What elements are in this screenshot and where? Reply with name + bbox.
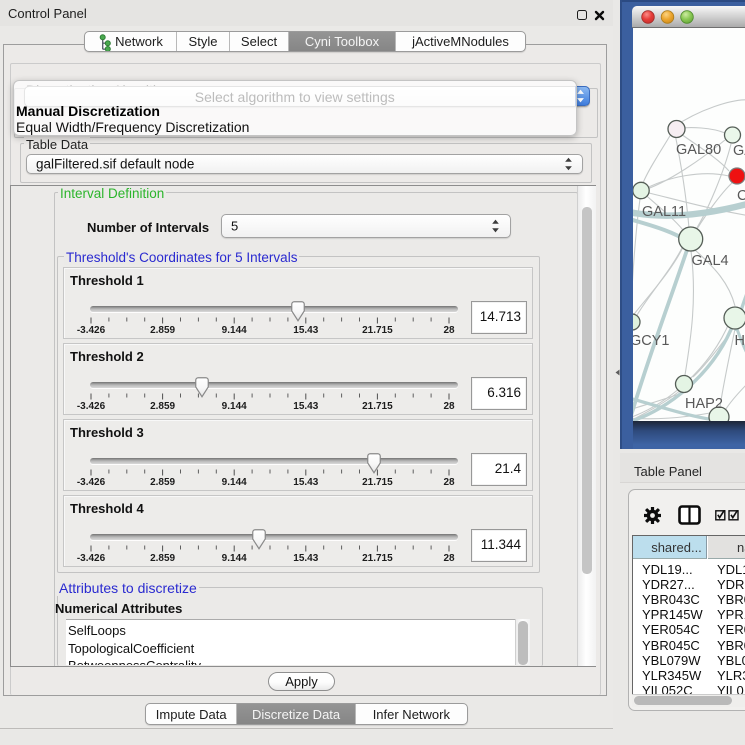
svg-text:GAL4: GAL4 xyxy=(691,253,728,269)
svg-text:GA: GA xyxy=(733,143,745,159)
svg-text:GAL11: GAL11 xyxy=(642,204,686,220)
svg-text:GAL80: GAL80 xyxy=(676,142,721,158)
svg-text:GCY1: GCY1 xyxy=(633,333,670,349)
svg-text:HAP2: HAP2 xyxy=(685,396,723,412)
svg-text:H: H xyxy=(734,333,744,349)
svg-text:C: C xyxy=(737,188,745,204)
